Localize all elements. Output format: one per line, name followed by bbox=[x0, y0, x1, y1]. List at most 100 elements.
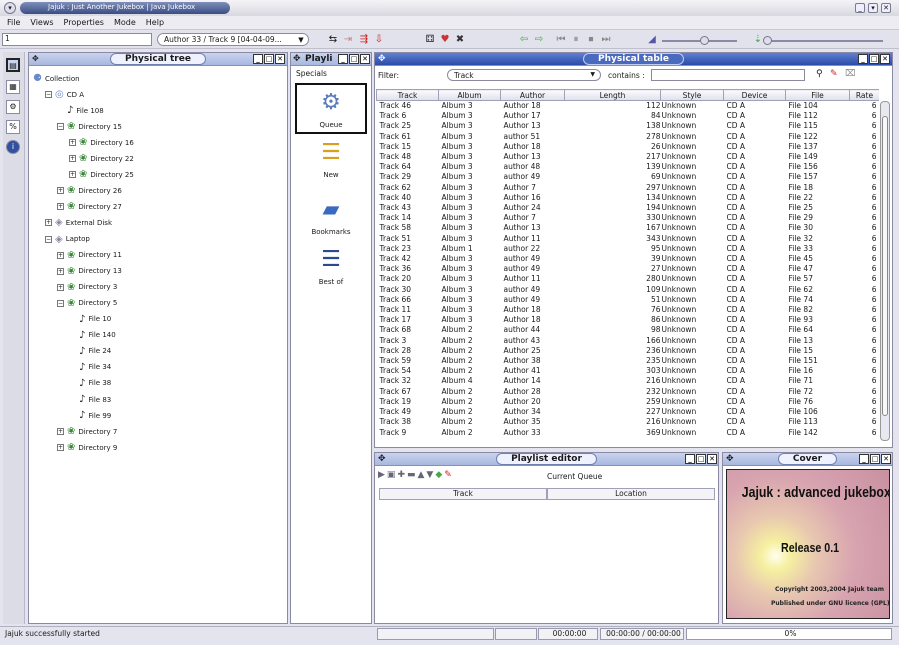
tree-node[interactable]: + ❀ Directory 16 bbox=[69, 137, 134, 148]
column-header-length[interactable]: Length bbox=[564, 89, 661, 101]
menu-file[interactable]: File bbox=[0, 16, 23, 27]
table-row[interactable]: Track 32 Album 4 Author 14 216 Unknown CD A Fi… bbox=[377, 376, 880, 386]
expand-icon[interactable]: + bbox=[57, 251, 64, 259]
tree-node[interactable]: ♪ File 108 bbox=[57, 105, 104, 116]
tree-node[interactable]: + ❀ Directory 3 bbox=[57, 282, 117, 293]
table-scrollbar[interactable] bbox=[880, 101, 890, 441]
tree-node[interactable]: ♪ File 10 bbox=[69, 314, 111, 325]
panel-maximize-button[interactable]: □ bbox=[349, 54, 359, 64]
table-row[interactable]: Track 49 Album 2 Author 34 227 Unknown CD A Fi… bbox=[377, 407, 880, 417]
table-row[interactable]: Track 59 Album 2 Author 38 235 Unknown CD A Fi… bbox=[377, 356, 880, 366]
expand-icon[interactable]: + bbox=[57, 267, 64, 275]
perspective-help-button[interactable]: i bbox=[6, 140, 20, 154]
position-slider-knob[interactable] bbox=[763, 36, 772, 45]
table-row[interactable]: Track 54 Album 2 Author 41 303 Unknown CD A Fi… bbox=[377, 366, 880, 376]
table-row[interactable]: Track 6 Album 3 Author 17 84 Unknown CD A File… bbox=[377, 111, 880, 121]
tree-node[interactable]: − ❀ Directory 15 bbox=[57, 121, 122, 132]
tree-node[interactable]: + ❀ Directory 9 bbox=[57, 442, 117, 453]
repeat-icon[interactable]: ⇶ bbox=[358, 34, 370, 46]
panel-drag-icon[interactable]: ✥ bbox=[378, 53, 386, 65]
search-input[interactable]: 1 bbox=[2, 33, 152, 46]
filter-options-icon[interactable]: ⚲ bbox=[816, 69, 823, 79]
table-row[interactable]: Track 68 Album 2 author 44 98 Unknown CD A Fil… bbox=[377, 325, 880, 335]
shuffle-icon[interactable]: ⇆ bbox=[327, 34, 339, 46]
tree-node[interactable]: ♪ File 38 bbox=[69, 378, 111, 389]
tree-node[interactable]: + ❀ Directory 13 bbox=[57, 266, 122, 277]
global-random-icon[interactable]: ⚃ bbox=[424, 34, 436, 46]
expand-icon[interactable]: + bbox=[57, 444, 64, 452]
perspective-logical-button[interactable]: ▦ bbox=[6, 80, 20, 94]
intro-icon[interactable]: ⇩ bbox=[373, 34, 385, 46]
position-slider[interactable] bbox=[765, 40, 883, 42]
table-row[interactable]: Track 25 Album 3 Author 13 138 Unknown CD A Fi… bbox=[377, 121, 880, 131]
mute-icon[interactable]: ✖ bbox=[454, 34, 466, 46]
volume-slider-knob[interactable] bbox=[700, 36, 709, 45]
previous-album-icon[interactable]: ⇦ bbox=[518, 34, 530, 46]
close-button[interactable]: ✕ bbox=[881, 3, 891, 13]
tree-node[interactable]: + ❀ Directory 22 bbox=[69, 153, 134, 164]
maximize-button[interactable]: ▾ bbox=[868, 3, 878, 13]
down-icon[interactable]: ▼ bbox=[426, 470, 435, 480]
table-row[interactable]: Track 11 Album 3 Author 18 76 Unknown CD A Fil… bbox=[377, 305, 880, 315]
add-icon[interactable]: ✚ bbox=[397, 470, 407, 480]
expand-icon[interactable]: + bbox=[45, 219, 52, 227]
expand-icon[interactable]: + bbox=[69, 171, 76, 179]
panel-drag-icon[interactable]: ✥ bbox=[293, 53, 301, 65]
collapse-icon[interactable]: − bbox=[45, 235, 52, 243]
menu-views[interactable]: Views bbox=[23, 16, 56, 27]
table-row[interactable]: Track 29 Album 3 author 49 69 Unknown CD A Fil… bbox=[377, 172, 880, 182]
minimize-button[interactable]: _ bbox=[855, 3, 865, 13]
table-row[interactable]: Track 43 Album 3 Author 24 194 Unknown CD A Fi… bbox=[377, 203, 880, 213]
perspective-configuration-button[interactable]: ⚙ bbox=[6, 100, 20, 114]
column-header-rate[interactable]: Rate bbox=[849, 89, 879, 101]
tree-node[interactable]: + ❀ Directory 26 bbox=[57, 185, 122, 196]
add-shuffle-icon[interactable]: ◆ bbox=[435, 470, 444, 480]
tree-node[interactable]: ⚈ Collection bbox=[33, 73, 80, 84]
tree-node[interactable]: − ❀ Directory 5 bbox=[57, 298, 117, 309]
expand-icon[interactable]: + bbox=[57, 283, 64, 291]
save-icon[interactable]: ▣ bbox=[387, 470, 398, 480]
table-row[interactable]: Track 62 Album 3 Author 7 297 Unknown CD A Fil… bbox=[377, 183, 880, 193]
run-icon[interactable]: ▶ bbox=[378, 470, 387, 480]
panel-close-button[interactable]: ✕ bbox=[360, 54, 370, 64]
playlist-queue[interactable]: ⚙ Queue bbox=[295, 83, 367, 134]
panel-drag-icon[interactable]: ✥ bbox=[378, 453, 386, 465]
table-row[interactable]: Track 28 Album 2 Author 25 236 Unknown CD A Fi… bbox=[377, 346, 880, 356]
table-row[interactable]: Track 23 Album 1 author 22 95 Unknown CD A Fil… bbox=[377, 244, 880, 254]
table-scrollbar-thumb[interactable] bbox=[882, 116, 888, 416]
playlist-best-of[interactable]: ☰ Best of bbox=[291, 246, 371, 286]
panel-close-button[interactable]: ✕ bbox=[880, 54, 890, 64]
panel-drag-icon[interactable]: ✥ bbox=[726, 453, 734, 465]
menu-mode[interactable]: Mode bbox=[107, 16, 139, 27]
panel-maximize-button[interactable]: □ bbox=[264, 54, 274, 64]
table-row[interactable]: Track 51 Album 3 Author 11 343 Unknown CD A Fi… bbox=[377, 234, 880, 244]
panel-close-button[interactable]: ✕ bbox=[275, 54, 285, 64]
table-row[interactable]: Track 61 Album 3 author 51 278 Unknown CD A Fi… bbox=[377, 132, 880, 142]
menu-properties[interactable]: Properties bbox=[57, 16, 107, 27]
collapse-icon[interactable]: − bbox=[45, 91, 52, 99]
table-row[interactable]: Track 67 Album 2 Author 28 232 Unknown CD A Fi… bbox=[377, 387, 880, 397]
panel-minimize-button[interactable]: _ bbox=[859, 454, 869, 464]
table-row[interactable]: Track 19 Album 2 Author 20 259 Unknown CD A Fi… bbox=[377, 397, 880, 407]
perspective-statistics-button[interactable]: % bbox=[6, 120, 20, 134]
expand-icon[interactable]: + bbox=[57, 187, 64, 195]
table-row[interactable]: Track 17 Album 3 Author 18 86 Unknown CD A Fil… bbox=[377, 315, 880, 325]
tree-node[interactable]: − ◈ Laptop bbox=[45, 234, 90, 245]
history-combo[interactable]: Author 33 / Track 9 [04-04-09... bbox=[157, 33, 309, 46]
column-header-device[interactable]: Device bbox=[723, 89, 786, 101]
panel-minimize-button[interactable]: _ bbox=[253, 54, 263, 64]
table-row[interactable]: Track 42 Album 3 author 49 39 Unknown CD A Fil… bbox=[377, 254, 880, 264]
collapse-icon[interactable]: − bbox=[57, 299, 64, 307]
tree-node[interactable]: ♪ File 24 bbox=[69, 346, 111, 357]
panel-drag-icon[interactable]: ✥ bbox=[32, 53, 39, 65]
table-row[interactable]: Track 36 Album 3 author 49 27 Unknown CD A Fil… bbox=[377, 264, 880, 274]
playlist-new[interactable]: ☰ New bbox=[291, 139, 371, 179]
previous-track-icon[interactable]: ⏮ bbox=[555, 34, 567, 46]
panel-close-button[interactable]: ✕ bbox=[881, 454, 891, 464]
table-row[interactable]: Track 38 Album 2 Author 35 216 Unknown CD A Fi… bbox=[377, 417, 880, 427]
column-header-album[interactable]: Album bbox=[438, 89, 501, 101]
history-dropdown-icon[interactable]: ▼ bbox=[295, 34, 307, 46]
panel-maximize-button[interactable]: □ bbox=[696, 454, 706, 464]
expand-icon[interactable]: + bbox=[57, 428, 64, 436]
column-header-style[interactable]: Style bbox=[660, 89, 724, 101]
